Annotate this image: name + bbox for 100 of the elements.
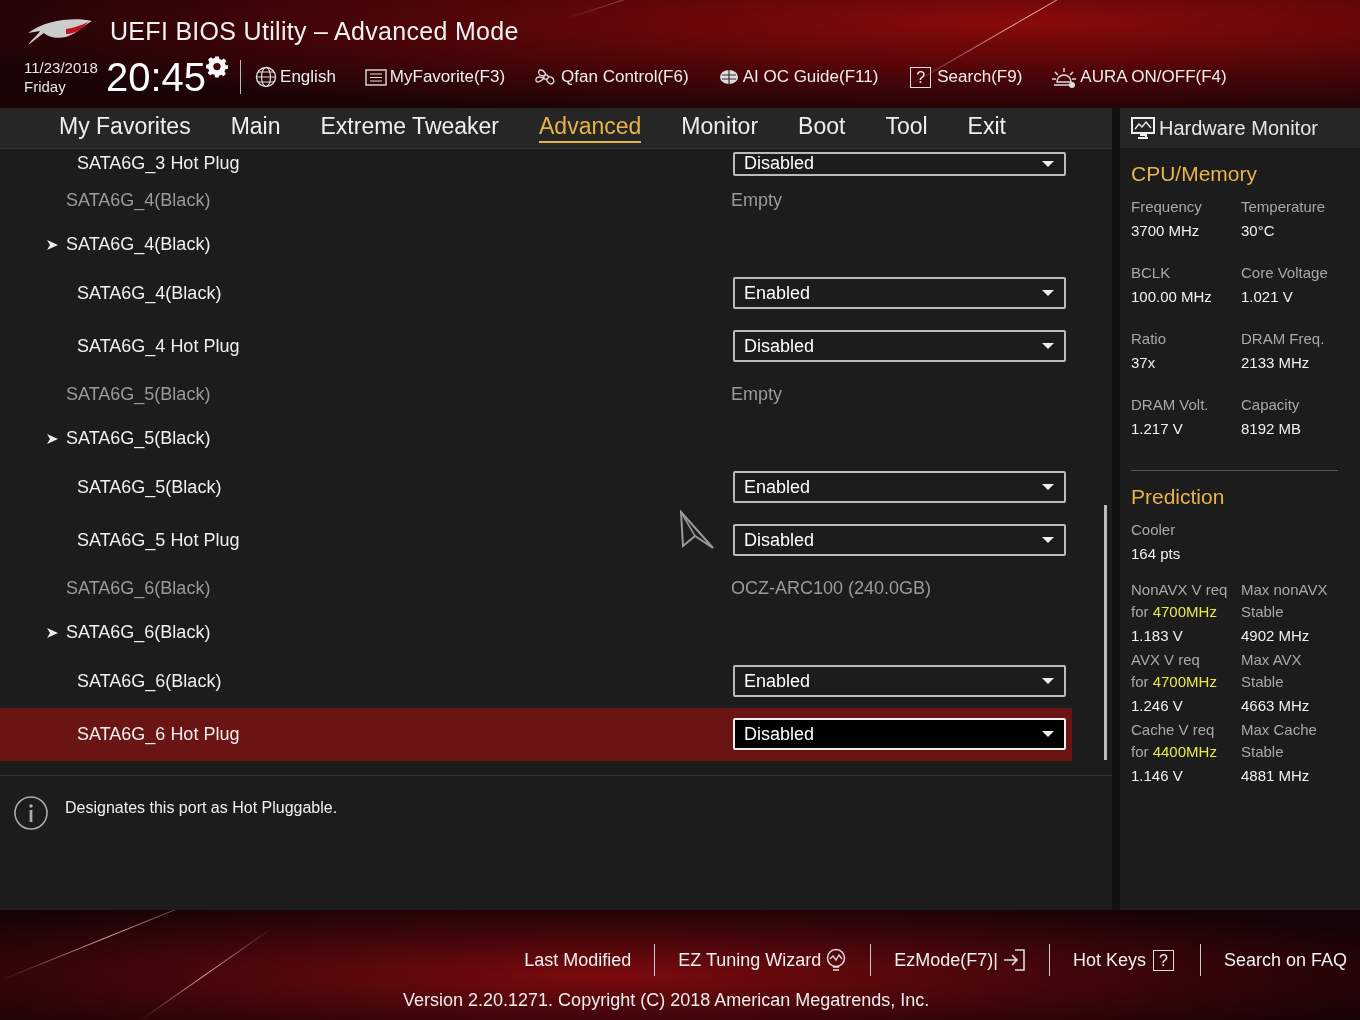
footer-link[interactable]: EzMode(F7)| (894, 947, 1026, 973)
toolbar-button[interactable]: AURA ON/OFF(F4) (1051, 65, 1227, 89)
setting-value: Empty (731, 384, 782, 406)
exit-arrow-icon (1002, 947, 1026, 973)
toolbar-button[interactable]: MyFavorite(F3) (364, 67, 506, 87)
window-title: UEFI BIOS Utility – Advanced Mode (110, 16, 519, 46)
stat-value: 4902 MHz (1241, 626, 1311, 646)
menu-tab[interactable]: Extreme Tweaker (320, 112, 500, 143)
panel-title: Hardware Monitor (1159, 116, 1318, 140)
setting-value: OCZ-ARC100 (240.0GB) (731, 578, 932, 600)
stat-label: Max AVX (1241, 650, 1303, 670)
caret-icon (1042, 484, 1054, 491)
setting-label: SATA6G_6(Black) (66, 578, 211, 600)
stat-value: 164 pts (1131, 544, 1182, 564)
dropdown[interactable]: Enabled (733, 471, 1066, 504)
toolbar-button[interactable]: ? Search(F9) (907, 66, 1023, 88)
dropdown[interactable]: Disabled (733, 151, 1066, 176)
caret-icon (1042, 290, 1054, 297)
stat-value: 1.146 V (1131, 766, 1184, 786)
version-text: Version 2.20.1271. Copyright (C) 2018 American Megatrends, Inc. (403, 990, 930, 1010)
question-icon: ? (910, 66, 932, 88)
stat-label: Stable (1241, 602, 1285, 622)
toolbar-button[interactable]: AI OC Guide(F11) (717, 67, 879, 87)
menu-tab[interactable]: Main (230, 112, 281, 143)
setting-label: SATA6G_6(Black) (77, 670, 222, 692)
stat-value: 3700 MHz (1131, 221, 1201, 241)
globe-icon (255, 66, 278, 88)
dropdown[interactable]: Disabled (733, 718, 1066, 751)
caret-icon (1042, 678, 1054, 685)
stat-label: Cooler (1131, 520, 1177, 540)
footer-link[interactable]: Search on FAQ (1223, 949, 1347, 971)
setting-label: SATA6G_3 Hot Plug (77, 153, 240, 175)
list-icon (364, 67, 387, 87)
arrow-icon (46, 238, 58, 251)
menu-tab[interactable]: Monitor (681, 112, 759, 143)
stat-label: for 4700MHz (1131, 672, 1218, 692)
setting-label: SATA6G_6 Hot Plug (77, 723, 240, 745)
setting-label: SATA6G_4 Hot Plug (77, 335, 240, 357)
stat-value: 4663 MHz (1241, 696, 1311, 716)
info-icon (14, 796, 48, 831)
stat-value: 1.217 V (1131, 419, 1184, 439)
caret-icon (1042, 731, 1054, 738)
stat-value: 4881 MHz (1241, 766, 1311, 786)
footer-link[interactable]: EZ Tuning Wizard (678, 948, 848, 972)
stat-value: 30°C (1241, 221, 1276, 241)
toolbar-button[interactable]: English (255, 66, 336, 88)
question-icon: ? (1153, 949, 1174, 971)
mouse-pointer-icon (679, 510, 715, 550)
menu-tab[interactable]: Advanced (539, 112, 642, 143)
lightbulb-icon (825, 948, 848, 972)
setting-label: SATA6G_5 Hot Plug (77, 529, 240, 551)
stat-label: Cache V req (1131, 720, 1216, 740)
dropdown[interactable]: Enabled (733, 665, 1066, 698)
section-title: Prediction (1131, 485, 1226, 509)
stat-value: 1.246 V (1131, 696, 1184, 716)
dropdown[interactable]: Enabled (733, 277, 1066, 310)
submenu-item[interactable]: SATA6G_6(Black) (66, 622, 211, 644)
menu-tab[interactable]: Boot (798, 112, 846, 143)
stat-label: Core Voltage (1241, 263, 1329, 283)
submenu-item[interactable]: SATA6G_4(Black) (66, 234, 211, 256)
stat-value: 8192 MB (1241, 419, 1303, 439)
stat-label: BCLK (1131, 263, 1172, 283)
arrow-icon (46, 432, 58, 445)
stat-label: NonAVX V req (1131, 580, 1229, 600)
dropdown[interactable]: Disabled (733, 330, 1066, 363)
day-text: Friday (24, 77, 67, 96)
stat-label: Frequency (1131, 197, 1203, 217)
help-text: Designates this port as Hot Pluggable. (65, 799, 338, 818)
caret-icon (1042, 343, 1054, 350)
clock-time: 20:45 (105, 56, 207, 98)
settings-icon (206, 56, 229, 78)
stat-label: Max Cache (1241, 720, 1318, 740)
stat-label: Stable (1241, 672, 1285, 692)
menu-tab[interactable]: Tool (885, 112, 928, 143)
setting-label: SATA6G_4(Black) (77, 282, 222, 304)
scrollbar[interactable] (1103, 504, 1107, 760)
caret-icon (1042, 160, 1054, 167)
stat-label: Stable (1241, 742, 1285, 762)
menu-tab[interactable]: Exit (967, 112, 1006, 143)
stat-label: for 4700MHz (1131, 602, 1218, 622)
stat-value: 1.183 V (1131, 626, 1184, 646)
footer-link[interactable]: Last Modified (524, 949, 632, 971)
menu-tab[interactable]: My Favorites (59, 112, 191, 143)
setting-value: Empty (731, 190, 782, 212)
stat-value: 2133 MHz (1241, 353, 1311, 373)
footer-link[interactable]: Hot Keys ? (1073, 949, 1177, 971)
section-title: CPU/Memory (1131, 162, 1258, 186)
toolbar-button[interactable]: Qfan Control(F6) (534, 66, 689, 88)
date-text: 11/23/2018 (24, 58, 98, 77)
monitor-icon (1131, 117, 1155, 139)
stat-value: 37x (1131, 353, 1157, 373)
stat-label: for 4400MHz (1131, 742, 1218, 762)
submenu-item[interactable]: SATA6G_5(Black) (66, 428, 211, 450)
stat-label: DRAM Freq. (1241, 329, 1326, 349)
arrow-icon (46, 626, 58, 639)
setting-label: SATA6G_5(Black) (66, 384, 211, 406)
light-icon (1051, 65, 1078, 89)
stat-value: 100.00 MHz (1131, 287, 1213, 307)
stat-value: 1.021 V (1241, 287, 1294, 307)
dropdown[interactable]: Disabled (733, 524, 1066, 557)
